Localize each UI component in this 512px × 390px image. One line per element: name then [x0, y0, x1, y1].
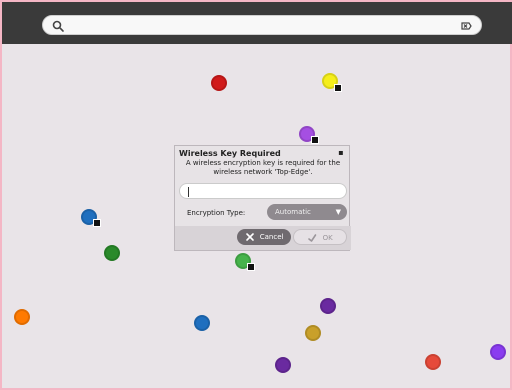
lock-icon — [247, 263, 255, 271]
search-input[interactable] — [69, 18, 453, 34]
dialog-title: Wireless Key Required — [179, 149, 281, 158]
network-node[interactable] — [211, 75, 227, 91]
ok-button[interactable]: OK — [293, 229, 347, 245]
encryption-type-value: Automatic — [275, 208, 311, 216]
lock-icon — [311, 136, 319, 144]
lock-icon — [93, 219, 101, 227]
dialog-buttons: Cancel OK — [175, 226, 351, 250]
clear-search-icon[interactable] — [459, 19, 473, 33]
ok-label: OK — [322, 234, 333, 242]
encryption-type-label: Encryption Type: — [187, 209, 246, 217]
wireless-key-input[interactable] — [179, 183, 347, 199]
network-node[interactable] — [104, 245, 120, 261]
search-bar[interactable] — [42, 15, 482, 35]
network-node[interactable] — [14, 309, 30, 325]
network-node[interactable] — [235, 253, 255, 271]
network-node[interactable] — [299, 126, 319, 144]
close-icon[interactable]: ▪ — [337, 149, 345, 157]
cancel-label: Cancel — [259, 233, 284, 241]
network-node[interactable] — [81, 209, 101, 227]
top-toolbar — [2, 2, 512, 44]
dialog-message: A wireless encryption key is required fo… — [185, 159, 341, 176]
encryption-type-select[interactable]: Automatic ▼ — [267, 204, 347, 220]
text-caret — [188, 187, 189, 197]
search-icon — [52, 20, 64, 32]
network-node[interactable] — [275, 357, 291, 373]
network-view: Wireless Key Required ▪ A wireless encry… — [0, 0, 512, 390]
network-node[interactable] — [322, 73, 342, 92]
lock-icon — [334, 84, 342, 92]
network-node[interactable] — [425, 354, 441, 370]
network-node[interactable] — [305, 325, 321, 341]
cancel-icon — [245, 233, 254, 241]
cancel-button[interactable]: Cancel — [237, 229, 291, 245]
ok-icon — [308, 234, 317, 242]
chevron-down-icon: ▼ — [335, 208, 341, 216]
wireless-key-dialog: Wireless Key Required ▪ A wireless encry… — [174, 145, 351, 251]
network-node[interactable] — [320, 298, 336, 314]
network-node[interactable] — [194, 315, 210, 331]
network-node[interactable] — [490, 344, 506, 360]
